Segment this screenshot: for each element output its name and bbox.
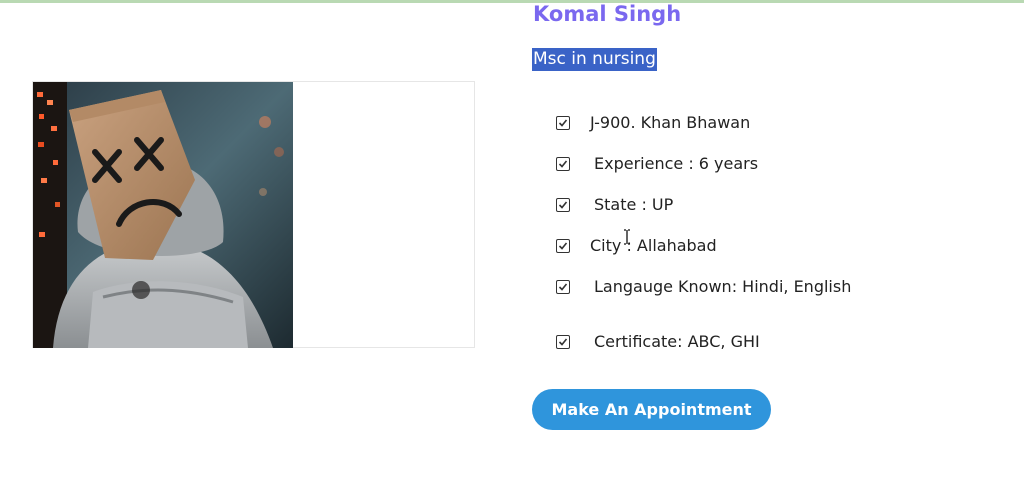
checkbox-checked-icon — [556, 279, 570, 294]
detail-address: J-900. Khan Bhawan — [556, 113, 750, 132]
detail-state: State : UP — [556, 195, 673, 214]
detail-experience-text: Experience : 6 years — [594, 154, 759, 173]
detail-city: City : Allahabad — [556, 236, 717, 255]
profile-degree: Msc in nursing — [532, 48, 657, 71]
top-divider — [0, 0, 1024, 3]
checkbox-checked-icon — [556, 334, 570, 349]
profile-photo — [33, 82, 293, 348]
detail-state-text: State : UP — [594, 195, 674, 214]
detail-experience: Experience : 6 years — [556, 154, 758, 173]
profile-page: Komal Singh Msc in nursing J-900. Khan B… — [0, 0, 1024, 498]
checkbox-checked-icon — [556, 156, 570, 171]
detail-address-text: J-900. Khan Bhawan — [590, 113, 751, 132]
profile-name: Komal Singh — [533, 2, 682, 26]
checkbox-checked-icon — [556, 115, 570, 130]
checkbox-checked-icon — [556, 238, 570, 253]
profile-photo-frame — [32, 81, 475, 348]
detail-language: Langauge Known: Hindi, English — [556, 277, 851, 296]
detail-certificate-text: Certificate: ABC, GHI — [594, 332, 760, 351]
detail-city-text: City : Allahabad — [590, 236, 717, 255]
detail-language-text: Langauge Known: Hindi, English — [594, 277, 852, 296]
checkbox-checked-icon — [556, 197, 570, 212]
make-appointment-button[interactable]: Make An Appointment — [532, 389, 771, 430]
detail-certificate: Certificate: ABC, GHI — [556, 332, 760, 351]
text-cursor-icon — [624, 229, 630, 245]
